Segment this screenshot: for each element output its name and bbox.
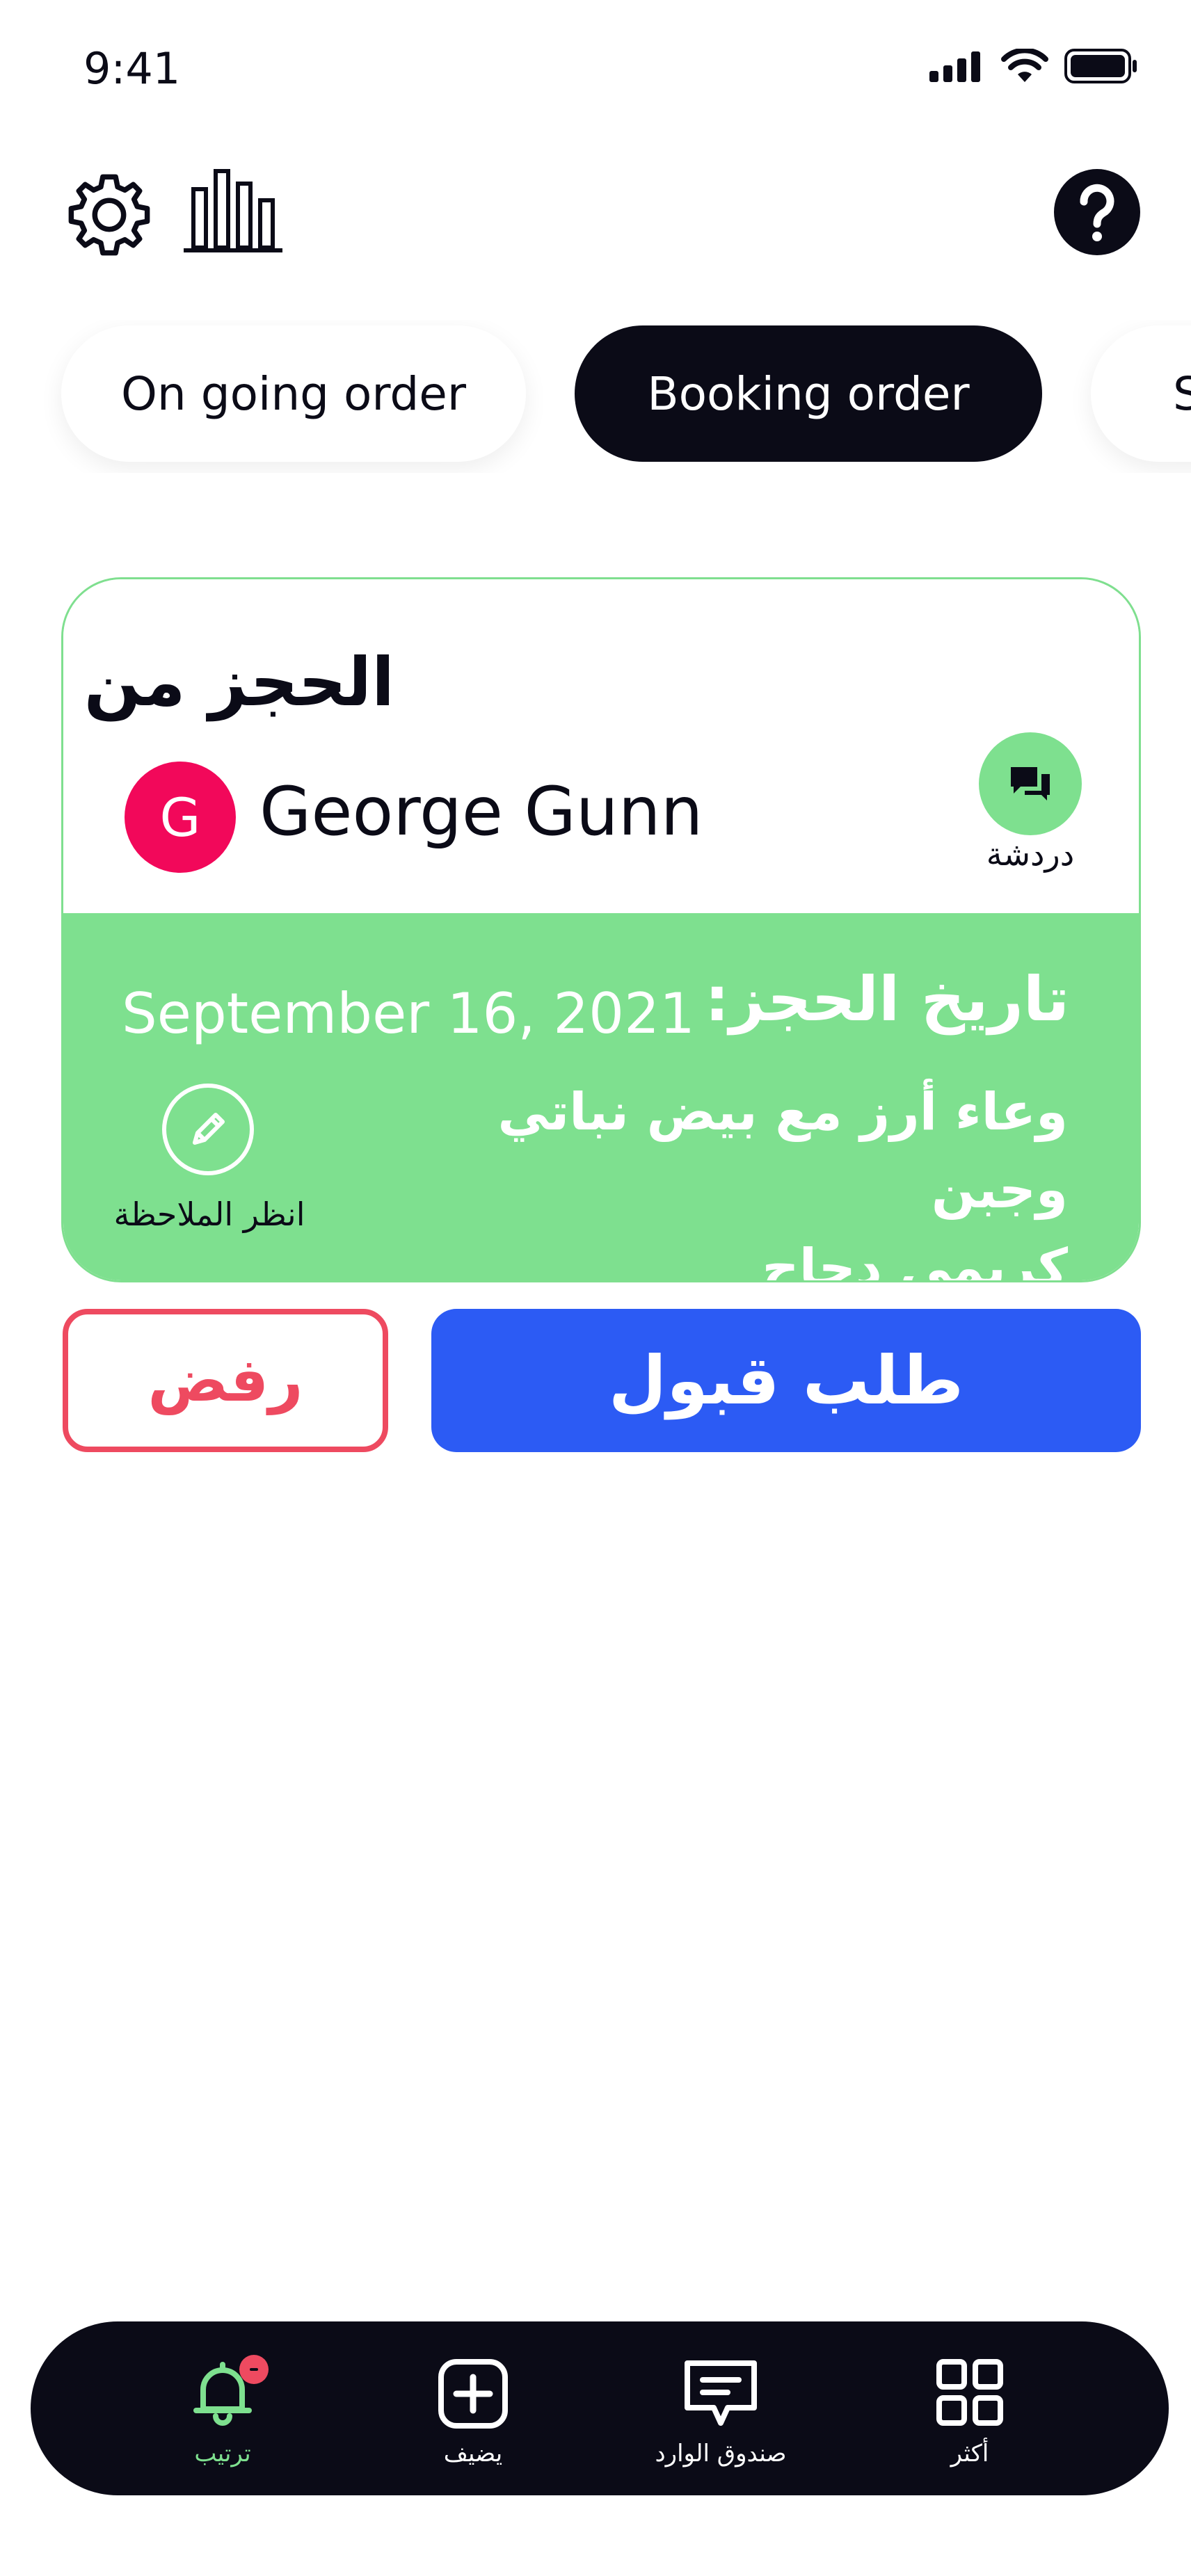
inbox-message-icon xyxy=(685,2360,757,2426)
customer-name: George Gunn xyxy=(259,773,703,851)
gear-icon xyxy=(68,174,150,256)
avatar-initial: G xyxy=(159,786,201,848)
tab-booking-order[interactable]: Booking order xyxy=(575,325,1042,462)
status-time: 9:41 xyxy=(83,43,181,94)
view-note-button[interactable] xyxy=(162,1084,254,1175)
booking-from-title: الحجز من xyxy=(83,643,394,721)
order-items-line: كريمي دجاج xyxy=(762,1238,1068,1282)
pencil-icon xyxy=(193,1113,225,1145)
tab-label: Booking order xyxy=(647,367,970,421)
bottom-nav: ترتيب يضيف صندوق الوارد أكثر xyxy=(31,2321,1169,2495)
chat-label: دردشة xyxy=(986,835,1075,873)
tab-partial[interactable]: S xyxy=(1091,325,1191,462)
add-square-icon xyxy=(438,2359,508,2429)
tab-label: S xyxy=(1173,367,1191,421)
avatar: G xyxy=(125,762,236,873)
chat-icon xyxy=(1011,767,1050,800)
order-tabs: On going order Booking order S xyxy=(0,320,1191,473)
nav-item-add[interactable]: يضيف xyxy=(383,2321,563,2495)
card-details: تاريخ الحجز: September 16, 2021 وعاء أرز… xyxy=(63,913,1139,1282)
booking-date-label: تاريخ الحجز: xyxy=(705,963,1069,1035)
signal-icon xyxy=(929,51,980,82)
tab-ongoing-order[interactable]: On going order xyxy=(61,325,526,462)
status-icons xyxy=(929,49,1138,83)
booking-card: الحجز من G George Gunn دردشة تاريخ الحجز… xyxy=(61,577,1141,1282)
nav-item-more[interactable]: أكثر xyxy=(879,2321,1060,2495)
tab-label: On going order xyxy=(120,367,467,421)
chat-button[interactable] xyxy=(979,732,1082,835)
nav-item-orders[interactable]: ترتيب xyxy=(132,2321,313,2495)
nav-label: أكثر xyxy=(950,2440,989,2468)
statistics-button[interactable] xyxy=(181,167,285,260)
battery-icon xyxy=(1064,49,1137,83)
nav-label: ترتيب xyxy=(194,2440,251,2468)
nav-label: صندوق الوارد xyxy=(655,2440,787,2468)
nav-item-inbox[interactable]: صندوق الوارد xyxy=(630,2321,811,2495)
booking-date: September 16, 2021 xyxy=(122,981,695,1046)
notification-badge xyxy=(239,2355,269,2384)
view-note-label: انظر الملاحظة xyxy=(113,1196,305,1233)
help-icon xyxy=(1054,169,1140,255)
wifi-icon xyxy=(1001,49,1048,82)
order-items-line: وعاء أرز مع بيض نباتي وجبن xyxy=(497,1082,1068,1220)
settings-button[interactable] xyxy=(61,167,157,266)
bar-chart-icon xyxy=(184,169,282,252)
accept-request-button[interactable]: طلب قبول xyxy=(431,1309,1141,1452)
nav-label: يضيف xyxy=(443,2440,503,2468)
order-items: وعاء أرز مع بيض نباتي وجبن كريمي دجاج xyxy=(386,1073,1068,1282)
help-button[interactable] xyxy=(1053,168,1141,259)
grid-icon xyxy=(936,2359,1003,2426)
reject-button[interactable]: رفض xyxy=(63,1309,388,1452)
card-header: الحجز من G George Gunn دردشة xyxy=(63,579,1139,913)
